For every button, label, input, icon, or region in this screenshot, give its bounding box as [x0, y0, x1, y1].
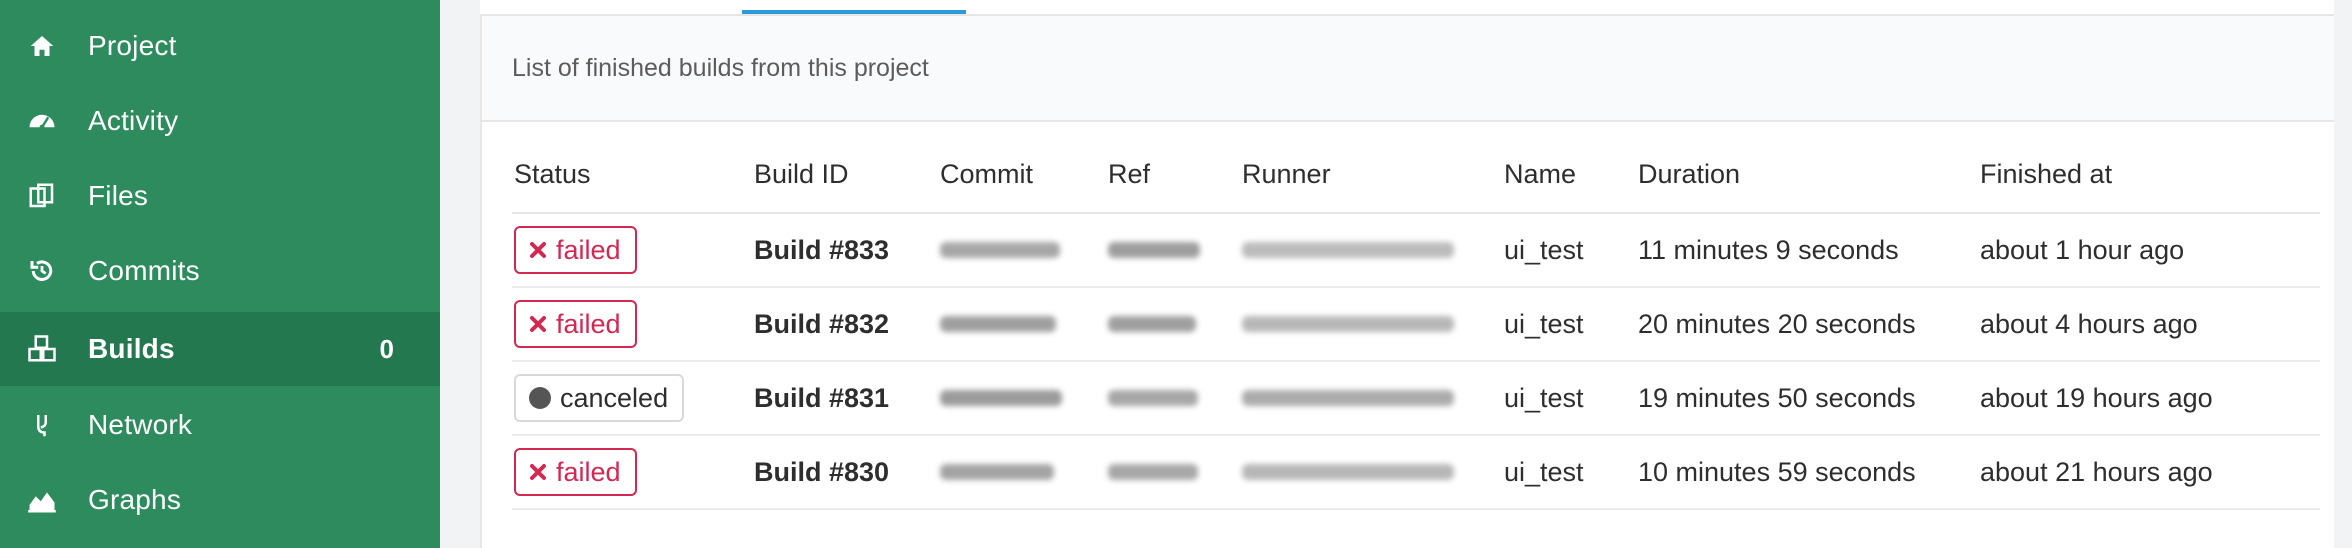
finished-at: about 4 hours ago — [1980, 308, 2198, 339]
build-name: ui_test — [1504, 234, 1584, 265]
commit-sha-redacted[interactable] — [940, 288, 1056, 360]
sidebar-item-project[interactable]: Project — [0, 9, 440, 83]
circle-icon — [528, 386, 552, 410]
build-duration: 19 minutes 50 seconds — [1638, 382, 1916, 413]
main-content: List of finished builds from this projec… — [440, 0, 2352, 548]
build-id-link[interactable]: Build #831 — [754, 362, 889, 434]
sidebar-item-label: Activity — [88, 105, 179, 136]
table-row: failed Build #832 ui_test 20 minutes 20 … — [512, 288, 2320, 362]
build-id-link[interactable]: Build #830 — [754, 436, 889, 508]
finished-at: about 19 hours ago — [1980, 382, 2213, 413]
builds-panel: List of finished builds from this projec… — [480, 16, 2334, 548]
build-id-link[interactable]: Build #832 — [754, 288, 889, 360]
column-header-ref: Ref — [1108, 159, 1151, 189]
commit-sha-redacted[interactable] — [940, 214, 1060, 286]
runner-redacted[interactable] — [1242, 214, 1454, 286]
builds-count-badge: 0 — [379, 333, 394, 364]
table-row: failed Build #833 ui_test 11 minutes 9 s… — [512, 214, 2320, 288]
status-label: canceled — [560, 382, 669, 413]
build-duration: 10 minutes 59 seconds — [1638, 456, 1916, 487]
sidebar-item-activity[interactable]: Activity — [0, 84, 440, 158]
panel-heading: List of finished builds from this projec… — [482, 16, 2334, 122]
column-header-name: Name — [1504, 159, 1577, 189]
dashboard-icon — [24, 103, 60, 139]
times-icon — [528, 462, 548, 482]
left-gutter — [440, 0, 480, 548]
ref-redacted[interactable] — [1108, 362, 1198, 434]
table-row: canceled Build #831 ui_test 19 minutes 5… — [512, 362, 2320, 436]
status-label: failed — [556, 308, 621, 339]
build-duration: 11 minutes 9 seconds — [1638, 234, 1899, 265]
status-badge-failed[interactable]: failed — [514, 300, 637, 348]
right-gutter — [2334, 0, 2352, 548]
column-header-status: Status — [514, 159, 591, 189]
runner-redacted[interactable] — [1242, 436, 1454, 508]
build-name: ui_test — [1504, 382, 1584, 413]
status-badge-failed[interactable]: failed — [514, 448, 637, 496]
finished-at: about 1 hour ago — [1980, 234, 2185, 265]
status-badge-failed[interactable]: failed — [514, 226, 637, 274]
sidebar-item-graphs[interactable]: Graphs — [0, 463, 440, 537]
build-name: ui_test — [1504, 308, 1584, 339]
sidebar-item-builds[interactable]: Builds 0 — [0, 312, 440, 386]
status-badge-canceled[interactable]: canceled — [514, 374, 685, 422]
build-name: ui_test — [1504, 456, 1584, 487]
sidebar-item-label: Commits — [88, 255, 200, 286]
panel-heading-text: List of finished builds from this projec… — [512, 54, 929, 82]
files-icon — [24, 178, 60, 214]
status-label: failed — [556, 456, 621, 487]
commit-sha-redacted[interactable] — [940, 436, 1054, 508]
finished-at: about 21 hours ago — [1980, 456, 2213, 487]
times-icon — [528, 314, 548, 334]
code-fork-icon — [24, 407, 60, 443]
column-header-commit: Commit — [940, 159, 1033, 189]
column-header-finished-at: Finished at — [1980, 159, 2113, 189]
history-icon — [24, 253, 60, 289]
sidebar-item-commits[interactable]: Commits — [0, 234, 440, 308]
sidebar-item-network[interactable]: Network — [0, 388, 440, 462]
column-header-duration: Duration — [1638, 159, 1741, 189]
column-header-runner: Runner — [1242, 159, 1331, 189]
home-icon — [24, 28, 60, 64]
sidebar-item-label: Network — [88, 409, 193, 440]
build-id-link[interactable]: Build #833 — [754, 214, 889, 286]
status-label: failed — [556, 234, 621, 265]
sidebar-item-label: Project — [88, 30, 177, 61]
sidebar-item-label: Graphs — [88, 484, 182, 515]
status-cell: canceled — [514, 362, 685, 434]
area-chart-icon — [24, 482, 60, 518]
status-cell: failed — [514, 214, 637, 286]
table-row: failed Build #830 ui_test 10 minutes 59 … — [512, 436, 2320, 510]
runner-redacted[interactable] — [1242, 362, 1454, 434]
ref-redacted[interactable] — [1108, 436, 1198, 508]
sidebar-item-files[interactable]: Files — [0, 159, 440, 233]
cubes-icon — [24, 331, 60, 367]
ref-redacted[interactable] — [1108, 288, 1196, 360]
ref-redacted[interactable] — [1108, 214, 1200, 286]
status-cell: failed — [514, 436, 637, 508]
status-cell: failed — [514, 288, 637, 360]
runner-redacted[interactable] — [1242, 288, 1454, 360]
commit-sha-redacted[interactable] — [940, 362, 1062, 434]
build-duration: 20 minutes 20 seconds — [1638, 308, 1916, 339]
active-tab-indicator[interactable] — [742, 10, 966, 14]
sidebar-item-label: Builds — [88, 333, 175, 364]
times-icon — [528, 240, 548, 260]
sidebar-item-label: Files — [88, 180, 149, 211]
column-header-build-id: Build ID — [754, 159, 849, 189]
sidebar: Project Activity Files Commits Builds 0 … — [0, 0, 440, 548]
